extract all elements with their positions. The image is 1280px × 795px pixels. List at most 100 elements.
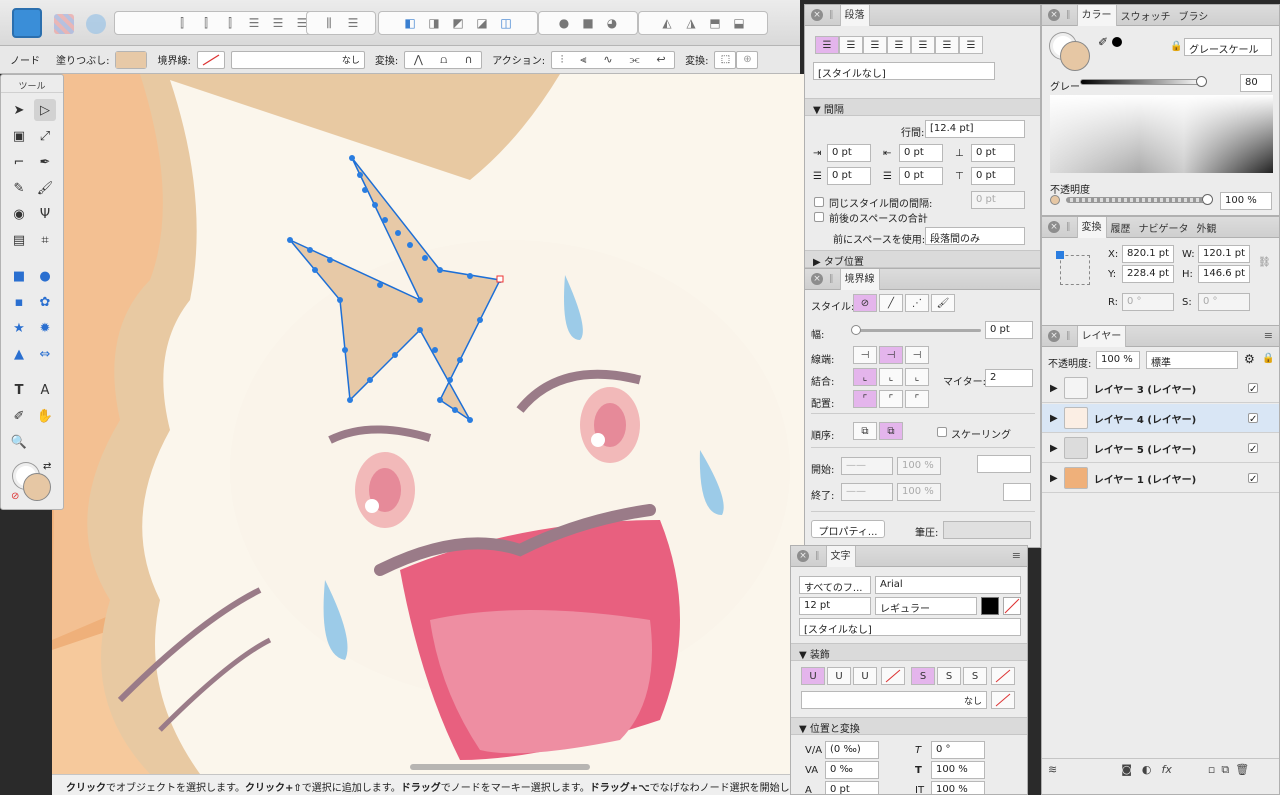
new-layer-icon[interactable]: ▫ <box>1208 763 1215 776</box>
export-persona-icon[interactable] <box>86 14 106 34</box>
grip-icon[interactable]: ‖ <box>829 274 834 284</box>
stroke-swatch[interactable] <box>196 50 225 69</box>
align-center-icon[interactable]: ⫿ <box>194 16 218 31</box>
butt-cap-button[interactable]: ⊣ <box>853 346 877 364</box>
panel-menu-icon[interactable]: ≡ <box>1012 549 1021 562</box>
grip-icon[interactable]: ‖ <box>1066 331 1071 341</box>
add-icon[interactable]: ◧ <box>398 16 422 30</box>
duplicate-icon[interactable]: ⧉ <box>1221 763 1229 777</box>
gray-field[interactable]: 80 <box>1240 74 1272 92</box>
star-tool-icon[interactable]: ★ <box>8 317 30 339</box>
no-stroke-button[interactable]: ⊘ <box>853 294 877 312</box>
space-after-field[interactable]: 0 pt <box>971 167 1015 185</box>
artboard-tool-icon[interactable]: ▣ <box>8 125 30 147</box>
tab-color[interactable]: カラー <box>1076 5 1117 26</box>
tab-appearance[interactable]: 外観 <box>1193 220 1221 235</box>
gray-slider-thumb[interactable] <box>1196 76 1207 87</box>
lock-icon[interactable]: 🔒 <box>1262 353 1274 364</box>
fill-well[interactable] <box>23 473 51 501</box>
distribute-v-icon[interactable]: ☰ <box>341 16 365 30</box>
align-inside-button[interactable]: ⌜ <box>853 390 877 408</box>
strike-button[interactable]: S <box>911 667 935 685</box>
underline-double-button[interactable]: U <box>827 667 851 685</box>
justify-center-button[interactable]: ☰ <box>911 36 935 54</box>
y-field[interactable]: 228.4 pt <box>1122 265 1174 283</box>
miter-join-button[interactable]: ⌞ <box>853 368 877 386</box>
layer-row-5[interactable]: ▶ レイヤー 5 (レイヤー) ✓ <box>1042 434 1279 463</box>
stroke-behind-button[interactable]: ⧉ <box>853 422 877 440</box>
font-collection-select[interactable]: すべてのフ... <box>799 576 871 594</box>
pressure-graph[interactable] <box>943 521 1031 539</box>
subtract-icon[interactable]: ◨ <box>422 16 446 30</box>
tab-paragraph[interactable]: 段落 <box>839 5 870 26</box>
divide-icon[interactable]: ◫ <box>494 16 518 30</box>
layer-row-3[interactable]: ▶ レイヤー 3 (レイヤー) ✓ <box>1042 374 1279 403</box>
text-stroke-swatch[interactable] <box>1003 597 1021 615</box>
layer-stack-icon[interactable]: ≋ <box>1048 763 1057 776</box>
fill-tool-icon[interactable]: ◉ <box>8 203 30 225</box>
opacity-slider-thumb[interactable] <box>1202 194 1213 205</box>
tab-transform[interactable]: 変換 <box>1076 217 1107 238</box>
flip-h-icon[interactable]: ◭ <box>655 16 679 30</box>
h-field[interactable]: 146.6 pt <box>1198 265 1250 283</box>
cog-shape-icon[interactable]: ✿ <box>34 291 56 313</box>
intersect-icon[interactable]: ◩ <box>446 16 470 30</box>
gear-icon[interactable]: ⚙ <box>1244 352 1255 366</box>
artistic-text-icon[interactable]: T <box>8 379 30 401</box>
layer-row-1[interactable]: ▶ レイヤー 1 (レイヤー) ✓ <box>1042 464 1279 493</box>
flip-group[interactable]: ◭ ◮ ⬒ ⬓ <box>638 11 768 35</box>
grip-icon[interactable]: ‖ <box>1066 10 1071 20</box>
justify-all-button[interactable]: ☰ <box>959 36 983 54</box>
width-slider-thumb[interactable] <box>851 325 861 335</box>
space-before-field[interactable]: 0 pt <box>971 144 1015 162</box>
scaling-checkbox[interactable] <box>937 427 947 437</box>
place-image-icon[interactable]: ▤ <box>8 229 30 251</box>
move-tool-icon[interactable]: ➤ <box>8 99 30 121</box>
anchor-selector[interactable] <box>1060 255 1090 285</box>
fill-swatch[interactable] <box>115 50 148 69</box>
shear-field[interactable]: 0 ° <box>1198 293 1250 311</box>
tab-character[interactable]: 文字 <box>825 546 856 567</box>
grip-icon[interactable]: ‖ <box>1066 222 1071 232</box>
justify-right-button[interactable]: ☰ <box>935 36 959 54</box>
close-icon[interactable]: × <box>1048 330 1060 342</box>
strike-double-button[interactable]: S <box>937 667 961 685</box>
strike-none-swatch[interactable] <box>991 667 1015 685</box>
round-cap-button[interactable]: ⊣ <box>879 346 903 364</box>
trash-icon[interactable]: 🗑 <box>1235 763 1249 776</box>
close-icon[interactable]: × <box>797 550 809 562</box>
expand-icon[interactable]: ▶ <box>1050 473 1058 484</box>
mask-icon[interactable]: ◙ <box>1121 763 1132 776</box>
grip-icon[interactable]: ‖ <box>815 551 820 561</box>
frame-text-icon[interactable]: A <box>34 379 56 401</box>
visibility-checkbox[interactable]: ✓ <box>1248 443 1258 455</box>
forward-icon[interactable]: ■ <box>576 16 600 30</box>
dashed-stroke-button[interactable]: ⋰ <box>905 294 929 312</box>
distribute-icon[interactable]: ⫼ <box>317 16 341 31</box>
character-style-select[interactable]: [スタイルなし] <box>799 618 1021 636</box>
tab-swatches[interactable]: スウォッチ <box>1117 8 1175 23</box>
view-tool-icon[interactable]: ✋ <box>34 405 56 427</box>
sum-space-checkbox[interactable] <box>814 212 824 222</box>
same-style-field[interactable]: 0 pt <box>971 191 1025 209</box>
miter-field[interactable]: 2 <box>985 369 1033 387</box>
start-arrow-select[interactable]: —— <box>841 457 893 475</box>
rotate-cw-icon[interactable]: ⬓ <box>727 16 751 30</box>
join-curves-icon[interactable]: ⫘ <box>630 53 640 67</box>
paragraph-style-select[interactable]: [スタイルなし] <box>813 62 995 80</box>
strike-custom-button[interactable]: S <box>963 667 987 685</box>
opacity-slider[interactable] <box>1066 197 1206 203</box>
blend-mode-select[interactable]: 標準 <box>1146 351 1238 369</box>
align-center-button[interactable]: ☰ <box>839 36 863 54</box>
point-transform-icon[interactable]: ⤢ <box>34 125 56 147</box>
decoration-line-select[interactable]: なし <box>801 691 987 709</box>
stroke-style-select[interactable]: なし <box>230 50 365 69</box>
width-field[interactable]: 0 pt <box>985 321 1033 339</box>
text-color-swatch[interactable] <box>981 597 999 615</box>
flip-v-icon[interactable]: ◮ <box>679 16 703 30</box>
gray-slider[interactable] <box>1080 79 1204 85</box>
corner-tool-icon[interactable]: ⌐ <box>8 151 30 173</box>
burst-tool-icon[interactable]: ✹ <box>34 317 56 339</box>
close-curve-icon[interactable]: ⫷ <box>580 53 586 67</box>
triangle-tool-icon[interactable]: ▲ <box>8 343 30 365</box>
